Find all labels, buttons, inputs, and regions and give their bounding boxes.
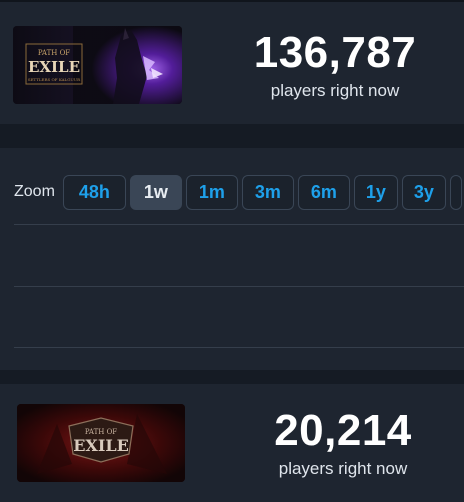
zoom-6m-button[interactable]: 6m [297, 174, 350, 210]
svg-text:EXILE: EXILE [73, 436, 129, 455]
svg-text:EXILE: EXILE [28, 58, 80, 76]
chart-gridline [14, 347, 464, 348]
zoom-label: Zoom [14, 183, 55, 200]
zoom-controls: Zoom 48h 1w 1m 3m 6m 1y 3y [0, 172, 464, 212]
svg-text:SETTLERS OF KALGUUR: SETTLERS OF KALGUUR [28, 77, 81, 82]
player-count: 20,214 [274, 406, 412, 455]
zoom-1y-button[interactable]: 1y [353, 174, 398, 210]
chart-gridline [14, 224, 464, 225]
poe2-logo: PATH OF EXILE [68, 417, 134, 463]
chart-gridline [14, 286, 464, 287]
svg-text:PATH OF: PATH OF [38, 49, 70, 57]
player-count-caption: players right now [270, 81, 400, 100]
zoom-48h-button[interactable]: 48h [62, 174, 126, 210]
zoom-more-button[interactable] [449, 174, 462, 210]
svg-text:PATH OF: PATH OF [85, 428, 117, 436]
poe1-artwork: PATH OF EXILE SETTLERS OF KALGUUR [13, 26, 182, 104]
player-count-caption: players right now [278, 459, 408, 478]
player-count: 136,787 [253, 28, 417, 77]
poe1-player-stat: 136,787 players right now [210, 28, 460, 102]
poe2-artwork: PATH OF EXILE [17, 404, 185, 482]
poe2-player-stat: 20,214 players right now [218, 406, 464, 480]
zoom-3y-button[interactable]: 3y [401, 174, 446, 210]
zoom-1w-button[interactable]: 1w [129, 174, 182, 210]
zoom-1m-button[interactable]: 1m [185, 174, 238, 210]
zoom-3m-button[interactable]: 3m [241, 174, 294, 210]
poe2-thumbnail[interactable]: PATH OF EXILE [17, 404, 185, 482]
poe1-thumbnail[interactable]: PATH OF EXILE SETTLERS OF KALGUUR [13, 26, 182, 104]
